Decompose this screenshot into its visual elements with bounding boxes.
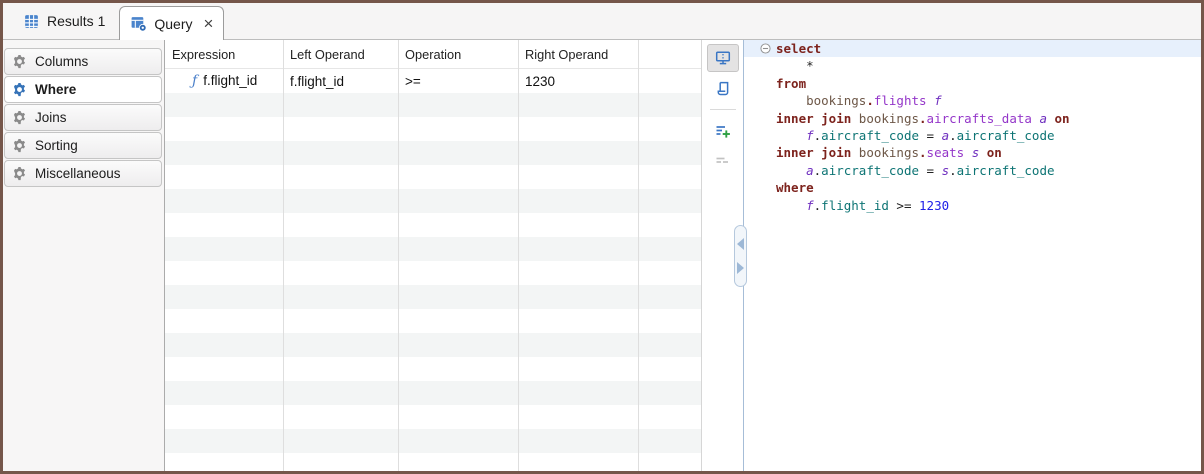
where-conditions-table: Expression Left Operand Operation Right … bbox=[165, 40, 701, 471]
sql-line[interactable]: from bbox=[744, 75, 1201, 92]
sql-line[interactable]: select bbox=[744, 40, 1201, 57]
empty-rows-area[interactable] bbox=[165, 93, 701, 471]
query-builder-content: Columns Where Joins Sorting Miscellaneou… bbox=[3, 40, 1201, 471]
add-expression-button[interactable] bbox=[707, 117, 739, 145]
tab-results-label: Results 1 bbox=[47, 13, 105, 29]
close-icon[interactable]: × bbox=[203, 15, 213, 32]
sql-line[interactable]: f.aircraft_code = a.aircraft_code bbox=[744, 127, 1201, 144]
gear-icon bbox=[12, 82, 27, 97]
sql-code[interactable]: select *from bookings.flights finner joi… bbox=[744, 40, 1201, 214]
sidebar-item-where[interactable]: Where bbox=[4, 76, 162, 103]
query-sections-sidebar: Columns Where Joins Sorting Miscellaneou… bbox=[3, 40, 165, 471]
header-operation[interactable]: Operation bbox=[398, 47, 518, 62]
cell-operation[interactable]: >= bbox=[398, 74, 518, 89]
sql-line[interactable]: bookings.flights f bbox=[744, 92, 1201, 109]
open-sql-editor-button[interactable] bbox=[707, 74, 739, 102]
collapse-left-icon[interactable] bbox=[737, 238, 744, 250]
cell-right-operand[interactable]: 1230 bbox=[518, 74, 638, 89]
toolbar-separator bbox=[710, 109, 736, 110]
sql-line[interactable]: where bbox=[744, 179, 1201, 196]
sidebar-item-label: Columns bbox=[35, 54, 88, 69]
gear-icon bbox=[12, 166, 27, 181]
scroll-icon bbox=[715, 80, 731, 96]
header-right-operand[interactable]: Right Operand bbox=[518, 47, 638, 62]
tab-query[interactable]: Query × bbox=[119, 6, 224, 40]
sidebar-item-sorting[interactable]: Sorting bbox=[4, 132, 162, 159]
sidebar-item-joins[interactable]: Joins bbox=[4, 104, 162, 131]
header-left-operand[interactable]: Left Operand bbox=[283, 47, 398, 62]
header-expression[interactable]: Expression bbox=[165, 47, 283, 62]
cell-expression[interactable]: ƒf.flight_id bbox=[165, 73, 283, 89]
preview-panel-button[interactable] bbox=[707, 44, 739, 72]
table-header-row: Expression Left Operand Operation Right … bbox=[165, 40, 701, 69]
remove-expression-button[interactable] bbox=[707, 147, 739, 175]
query-builder-window: Results 1 Query × Columns Wher bbox=[0, 0, 1204, 474]
gear-icon bbox=[12, 54, 27, 69]
tab-query-label: Query bbox=[154, 16, 192, 32]
sidebar-item-label: Joins bbox=[35, 110, 67, 125]
sql-line[interactable]: a.aircraft_code = s.aircraft_code bbox=[744, 162, 1201, 179]
cell-left-operand[interactable]: f.flight_id bbox=[283, 74, 398, 89]
sidebar-item-columns[interactable]: Columns bbox=[4, 48, 162, 75]
query-builder-icon bbox=[130, 15, 147, 32]
monitor-icon bbox=[715, 50, 731, 66]
results-grid-icon bbox=[23, 13, 40, 30]
editor-tabbar: Results 1 Query × bbox=[3, 3, 1201, 40]
sidebar-item-label: Where bbox=[35, 82, 76, 97]
gear-icon bbox=[12, 110, 27, 125]
panel-sash[interactable] bbox=[734, 225, 747, 287]
sidebar-item-label: Miscellaneous bbox=[35, 166, 121, 181]
table-row: ƒf.flight_id f.flight_id >= 1230 bbox=[165, 69, 701, 93]
gear-icon bbox=[12, 138, 27, 153]
sql-preview-pane[interactable]: select *from bookings.flights finner joi… bbox=[744, 40, 1201, 471]
list-remove-icon bbox=[715, 153, 731, 169]
sql-line[interactable]: f.flight_id >= 1230 bbox=[744, 197, 1201, 214]
fold-collapse-icon[interactable] bbox=[760, 43, 771, 54]
sql-line[interactable]: * bbox=[744, 57, 1201, 74]
sql-line[interactable]: inner join bookings.aircrafts_data a on bbox=[744, 110, 1201, 127]
collapse-right-icon[interactable] bbox=[737, 262, 744, 274]
function-icon: ƒ bbox=[192, 73, 197, 89]
sidebar-item-label: Sorting bbox=[35, 138, 78, 153]
tab-results[interactable]: Results 1 bbox=[9, 3, 119, 39]
list-plus-icon bbox=[715, 123, 731, 139]
sidebar-item-miscellaneous[interactable]: Miscellaneous bbox=[4, 160, 162, 187]
sql-line[interactable]: inner join bookings.seats s on bbox=[744, 144, 1201, 161]
